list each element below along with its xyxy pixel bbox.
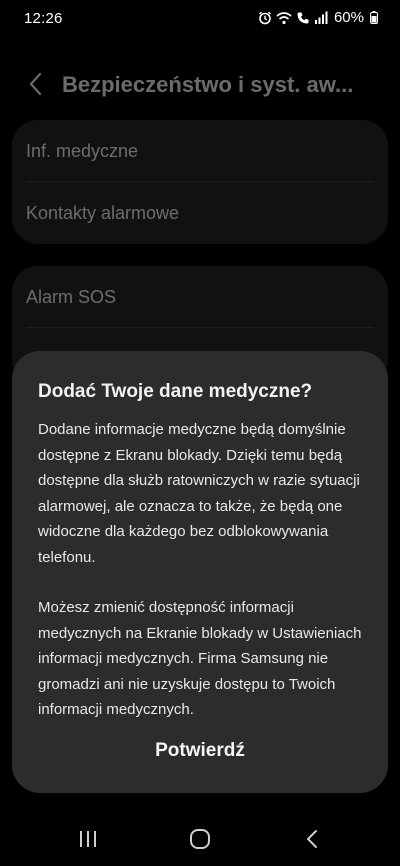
settings-item-emergency-contacts[interactable]: Kontakty alarmowe [26,203,179,224]
navigation-bar [0,812,400,866]
nav-back-button[interactable] [292,824,332,854]
dialog-paragraph-1: Dodane informacje medyczne będą domyślni… [38,421,360,566]
page-header: Bezpieczeństwo i syst. aw... [0,60,400,110]
divider [26,181,374,182]
back-icon [307,830,317,848]
battery-icon [370,11,378,24]
back-button[interactable] [20,68,52,100]
page-title: Bezpieczeństwo i syst. aw... [62,72,354,97]
call-icon [296,11,310,25]
dialog-title: Dodać Twoje dane medyczne? [38,381,313,402]
recents-button[interactable] [68,824,108,854]
medical-info-dialog: Dodać Twoje dane medyczne? Dodane inform… [12,351,388,793]
settings-item-medical-info[interactable]: Inf. medyczne [26,141,138,162]
dialog-paragraph-2: Możesz zmienić dostępność informacji med… [38,599,362,718]
chevron-left-icon [29,72,42,96]
status-time: 12:26 [24,10,63,27]
recents-icon [80,831,96,847]
signal-icon [314,11,328,24]
dialog-body: Dodane informacje medyczne będą domyślni… [38,417,372,723]
settings-card-medical: Inf. medyczne Kontakty alarmowe [12,120,388,244]
status-icons: 60% [258,9,378,26]
wifi-icon [276,11,292,25]
divider [26,327,374,328]
screen: 12:26 60% Bezpieczeństwo i syst. aw... I… [0,0,400,866]
alarm-icon [258,11,272,25]
home-icon [190,829,210,849]
battery-percentage: 60% [333,9,364,26]
status-bar: 12:26 60% [0,0,400,38]
home-button[interactable] [180,824,220,854]
settings-item-sos-alarm[interactable]: Alarm SOS [26,287,116,308]
confirm-button[interactable]: Potwierdź [12,731,388,771]
